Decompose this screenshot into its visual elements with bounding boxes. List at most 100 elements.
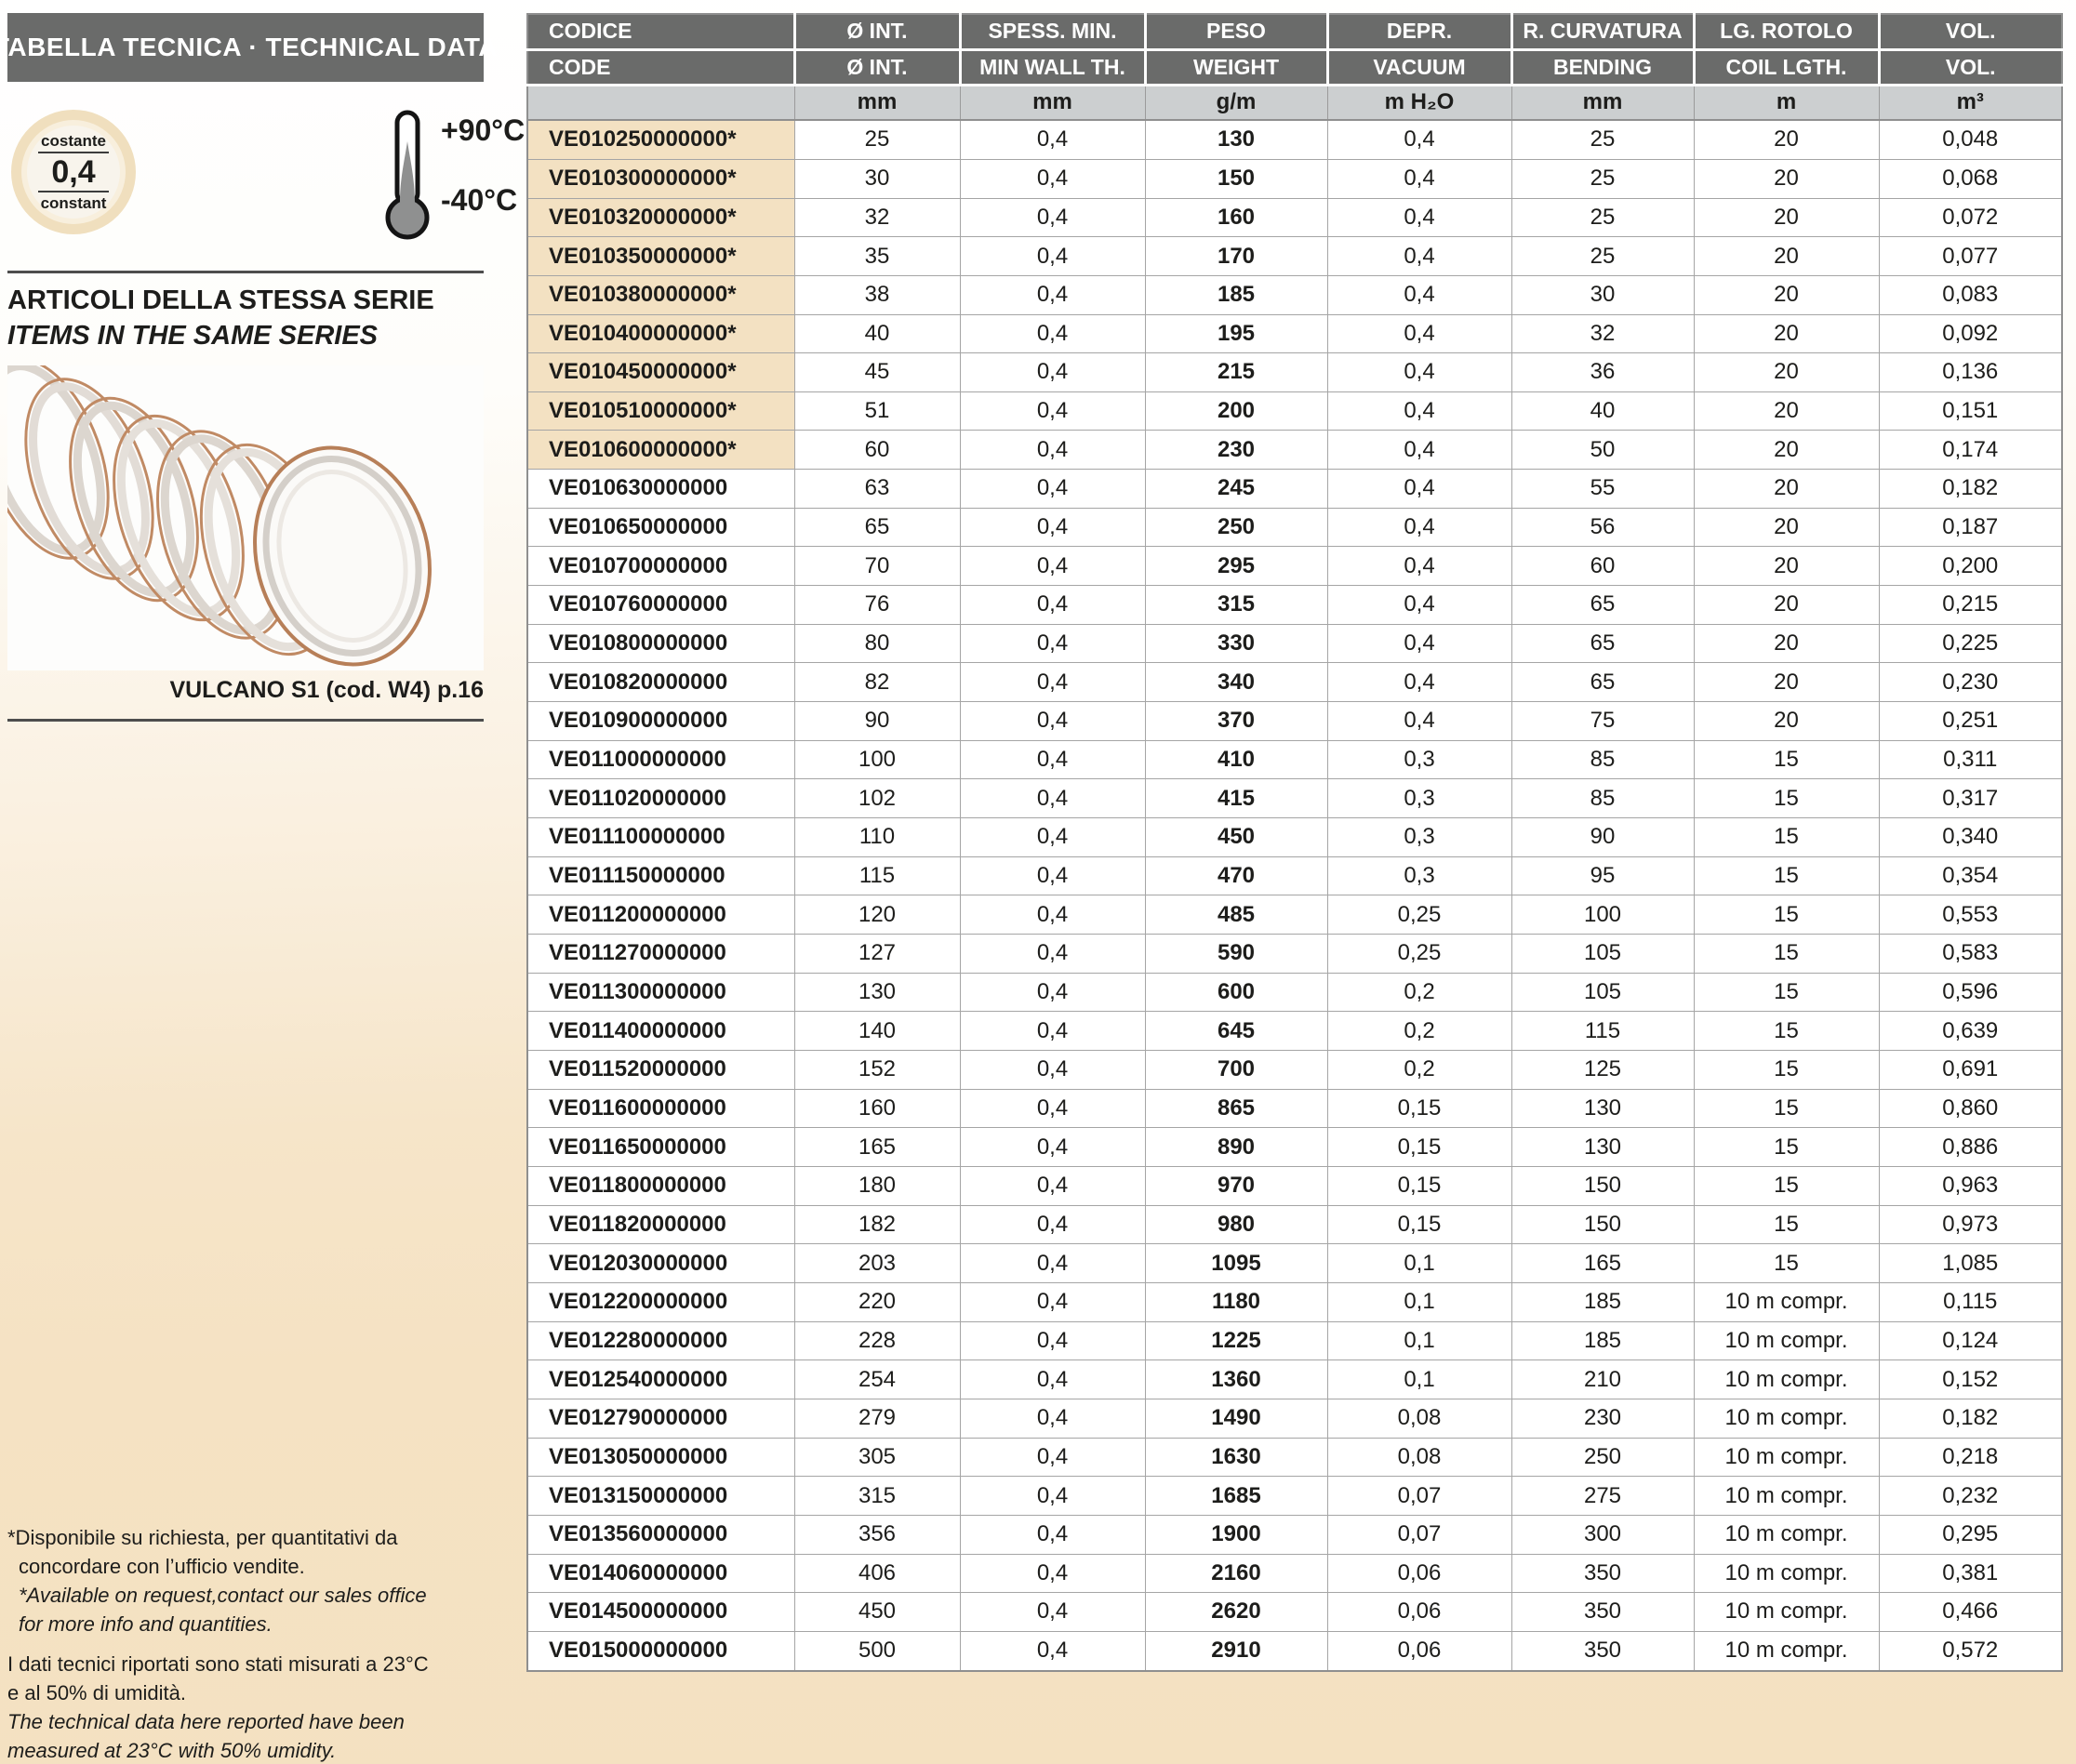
bending-cell: 150 [1511, 1166, 1694, 1205]
vacuum-cell: 0,07 [1327, 1515, 1511, 1554]
bending-cell: 40 [1511, 391, 1694, 431]
volume-cell: 0,152 [1879, 1360, 2062, 1399]
col-header-depressione: DEPR. [1327, 14, 1511, 49]
coil-length-cell: 20 [1694, 508, 1879, 547]
diameter-cell: 182 [794, 1205, 960, 1244]
bending-cell: 55 [1511, 470, 1694, 509]
bending-cell: 30 [1511, 275, 1694, 314]
volume-cell: 0,068 [1879, 159, 2062, 198]
vacuum-cell: 0,4 [1327, 702, 1511, 741]
weight-cell: 340 [1145, 663, 1327, 702]
diameter-cell: 70 [794, 547, 960, 586]
table-row: VE010630000000630,42450,455200,182 [527, 470, 2062, 509]
table-row: VE0120300000002030,410950,1165151,085 [527, 1244, 2062, 1283]
volume-cell: 0,317 [1879, 779, 2062, 818]
bending-cell: 56 [1511, 508, 1694, 547]
coil-length-cell: 10 m compr. [1694, 1438, 1879, 1477]
coil-length-cell: 15 [1694, 973, 1879, 1012]
diameter-cell: 38 [794, 275, 960, 314]
weight-cell: 1225 [1145, 1321, 1327, 1360]
volume-cell: 0,553 [1879, 895, 2062, 935]
header-row-en: CODE Ø INT. MIN WALL TH. WEIGHT VACUUM B… [527, 49, 2062, 85]
volume-cell: 0,381 [1879, 1554, 2062, 1593]
weight-cell: 410 [1145, 740, 1327, 779]
badge-label-it: costante [41, 132, 106, 150]
wall-cell: 0,4 [960, 391, 1145, 431]
weight-cell: 2160 [1145, 1554, 1327, 1593]
footnote-line: I dati tecnici riportati sono stati misu… [7, 1650, 528, 1678]
diameter-cell: 152 [794, 1050, 960, 1089]
volume-cell: 0,200 [1879, 547, 2062, 586]
unit-mm: mm [960, 85, 1145, 120]
spec-table-body: VE010250000000*250,41300,425200,048VE010… [527, 120, 2062, 1671]
code-cell: VE011820000000 [527, 1205, 794, 1244]
vacuum-cell: 0,15 [1327, 1089, 1511, 1128]
weight-cell: 485 [1145, 895, 1327, 935]
diameter-cell: 82 [794, 663, 960, 702]
table-row: VE0116000000001600,48650,15130150,860 [527, 1089, 2062, 1128]
code-cell: VE010350000000* [527, 237, 794, 276]
badge-divider [38, 152, 109, 153]
code-cell: VE011300000000 [527, 973, 794, 1012]
header-row-it: CODICE Ø INT. SPESS. MIN. PESO DEPR. R. … [527, 14, 2062, 49]
wall-cell: 0,4 [960, 1166, 1145, 1205]
coil-length-cell: 20 [1694, 702, 1879, 741]
table-row: VE0135600000003560,419000,0730010 m comp… [527, 1515, 2062, 1554]
diameter-cell: 90 [794, 702, 960, 741]
vacuum-cell: 0,08 [1327, 1399, 1511, 1438]
wall-cell: 0,4 [960, 1205, 1145, 1244]
wall-cell: 0,4 [960, 1282, 1145, 1321]
code-cell: VE010400000000* [527, 314, 794, 353]
footnote-line: The technical data here reported have be… [7, 1707, 528, 1736]
code-cell: VE010700000000 [527, 547, 794, 586]
table-row: VE0130500000003050,416300,0825010 m comp… [527, 1438, 2062, 1477]
vacuum-cell: 0,3 [1327, 779, 1511, 818]
diameter-cell: 203 [794, 1244, 960, 1283]
coil-length-cell: 10 m compr. [1694, 1477, 1879, 1516]
vacuum-cell: 0,08 [1327, 1438, 1511, 1477]
table-row: VE0113000000001300,46000,2105150,596 [527, 973, 2062, 1012]
thermometer-icon [383, 110, 432, 242]
diameter-cell: 65 [794, 508, 960, 547]
table-row: VE0114000000001400,46450,2115150,639 [527, 1012, 2062, 1051]
code-cell: VE012030000000 [527, 1244, 794, 1283]
volume-cell: 0,963 [1879, 1166, 2062, 1205]
coil-length-cell: 20 [1694, 547, 1879, 586]
footnote-line: *Disponibile su richiesta, per quantitat… [7, 1523, 528, 1552]
bending-cell: 85 [1511, 740, 1694, 779]
code-cell: VE010300000000* [527, 159, 794, 198]
col-header-code: CODE [527, 49, 794, 85]
weight-cell: 245 [1145, 470, 1327, 509]
unit-mm: mm [794, 85, 960, 120]
coil-length-cell: 10 m compr. [1694, 1321, 1879, 1360]
code-cell: VE011020000000 [527, 779, 794, 818]
weight-cell: 1630 [1145, 1438, 1327, 1477]
product-caption: VULCANO S1 (cod. W4) p.16 [7, 677, 484, 704]
table-row: VE010400000000*400,41950,432200,092 [527, 314, 2062, 353]
vacuum-cell: 0,2 [1327, 973, 1511, 1012]
footnote-line: e al 50% di umidità. [7, 1678, 528, 1707]
weight-cell: 980 [1145, 1205, 1327, 1244]
wall-cell: 0,4 [960, 1477, 1145, 1516]
volume-cell: 1,085 [1879, 1244, 2062, 1283]
table-row: VE0127900000002790,414900,0823010 m comp… [527, 1399, 2062, 1438]
weight-cell: 865 [1145, 1089, 1327, 1128]
coil-length-cell: 10 m compr. [1694, 1554, 1879, 1593]
diameter-cell: 305 [794, 1438, 960, 1477]
coil-length-cell: 15 [1694, 935, 1879, 974]
coil-length-cell: 20 [1694, 624, 1879, 663]
coil-length-cell: 20 [1694, 159, 1879, 198]
volume-cell: 0,973 [1879, 1205, 2062, 1244]
bending-cell: 230 [1511, 1399, 1694, 1438]
code-cell: VE010510000000* [527, 391, 794, 431]
vacuum-cell: 0,07 [1327, 1477, 1511, 1516]
coil-length-cell: 20 [1694, 391, 1879, 431]
table-row: VE0112700000001270,45900,25105150,583 [527, 935, 2062, 974]
diameter-cell: 120 [794, 895, 960, 935]
vacuum-cell: 0,15 [1327, 1128, 1511, 1167]
weight-cell: 250 [1145, 508, 1327, 547]
coil-length-cell: 20 [1694, 275, 1879, 314]
weight-cell: 890 [1145, 1128, 1327, 1167]
coil-length-cell: 15 [1694, 1089, 1879, 1128]
volume-cell: 0,136 [1879, 353, 2062, 392]
